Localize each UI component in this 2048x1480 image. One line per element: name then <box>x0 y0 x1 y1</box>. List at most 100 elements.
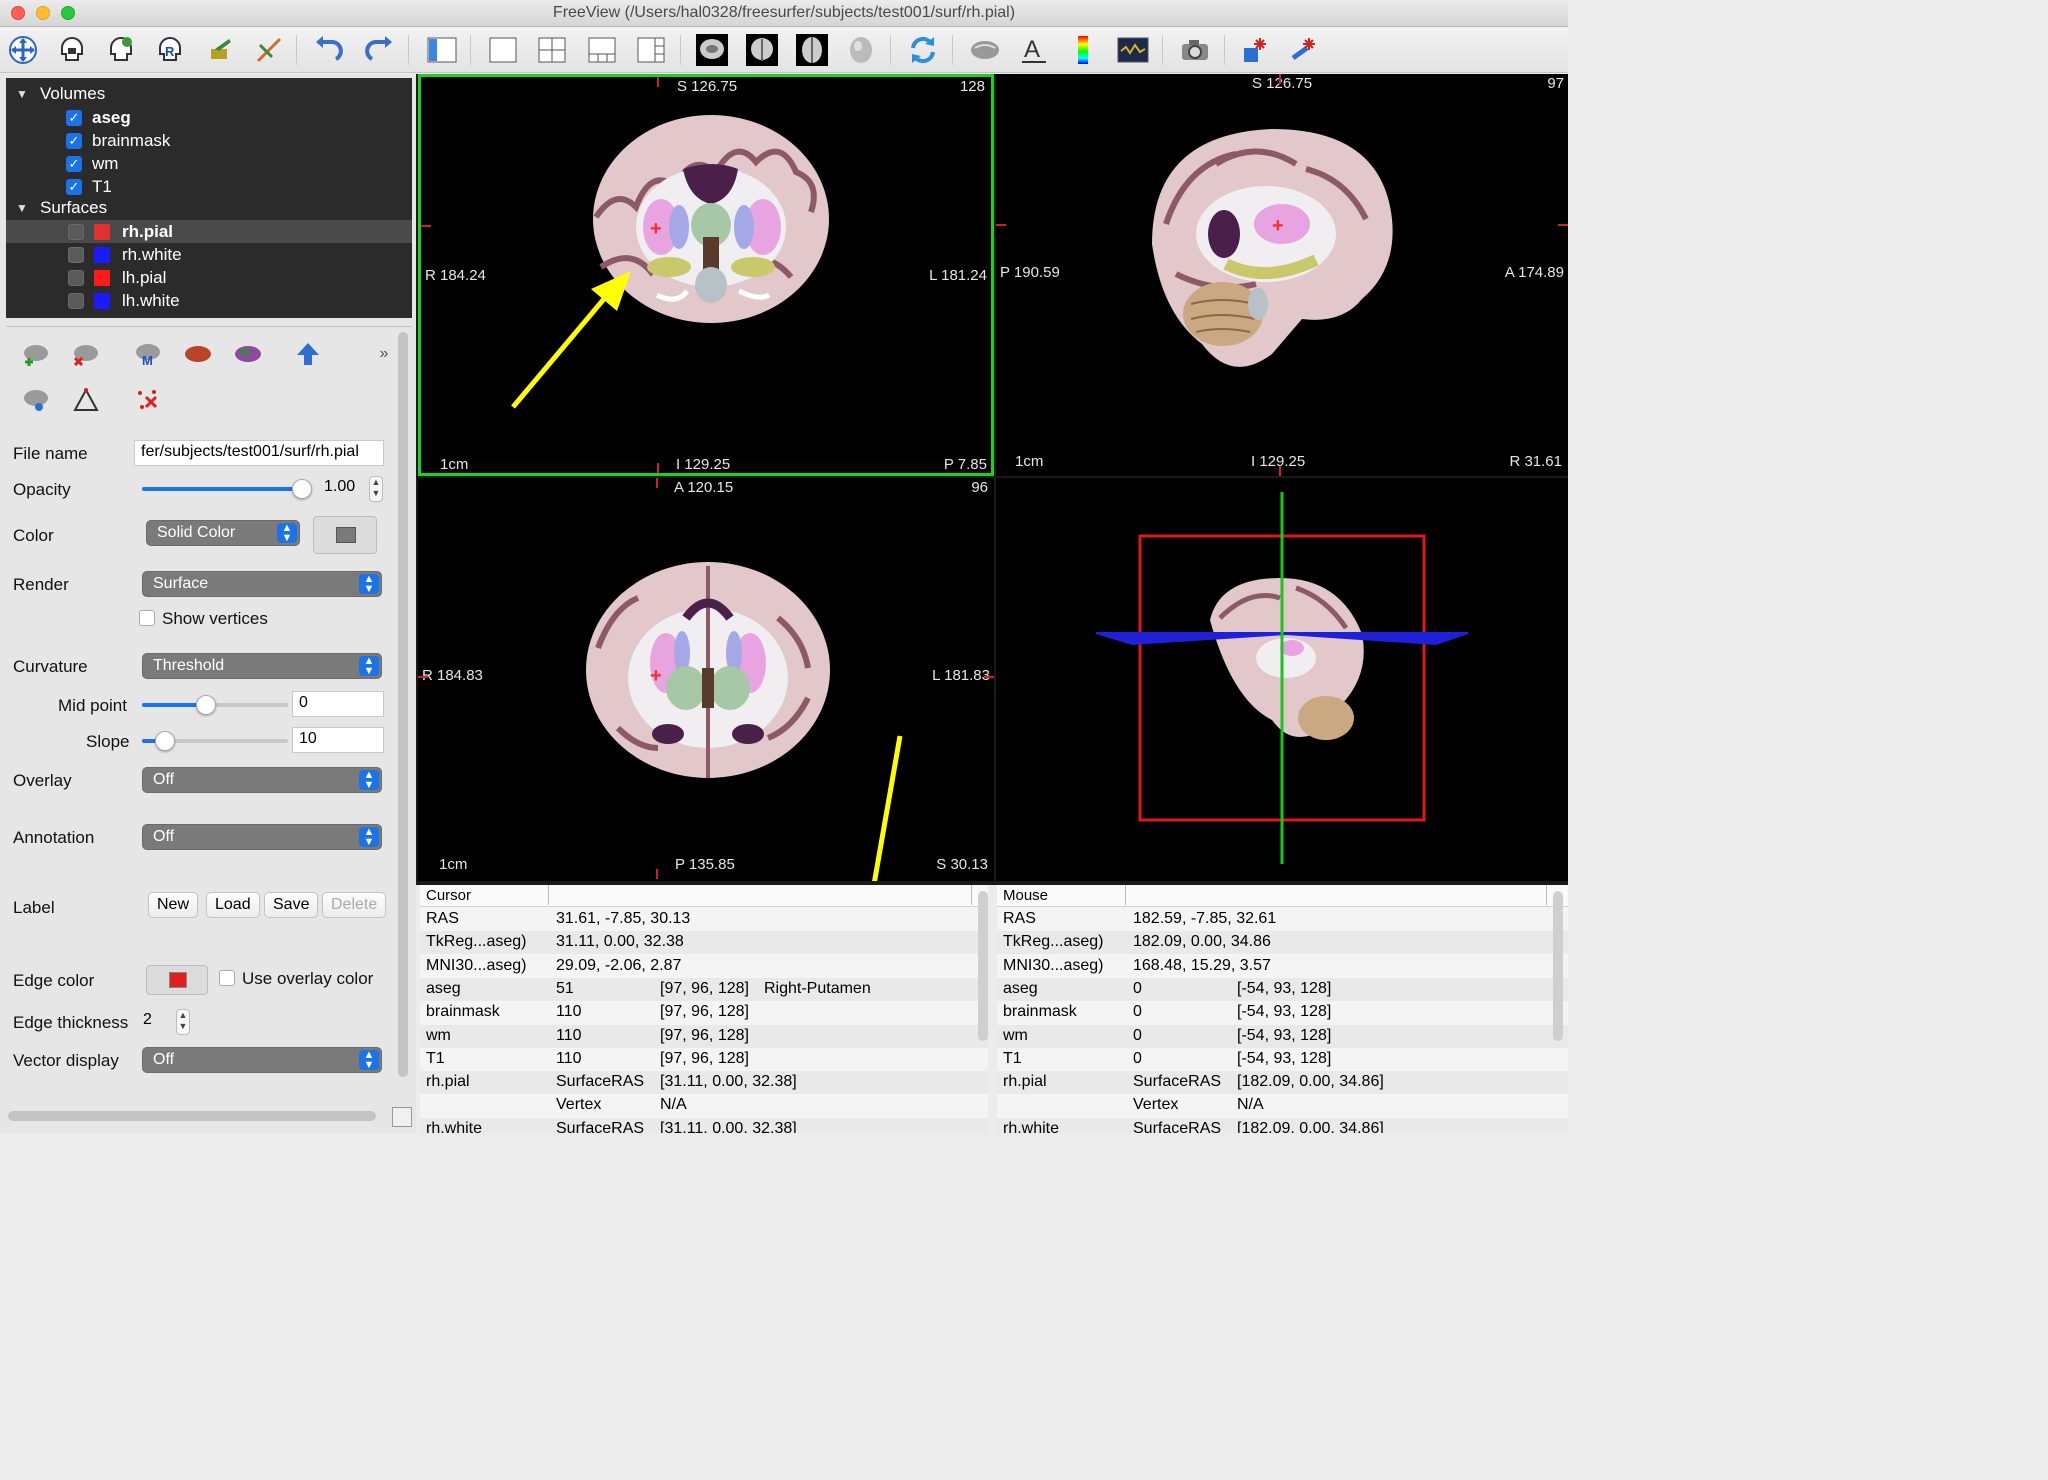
layer-item-wm[interactable]: ✓ wm <box>6 152 412 175</box>
properties-horizontal-scrollbar[interactable] <box>8 1111 376 1121</box>
layer-item-t1[interactable]: ✓ T1 <box>6 175 412 198</box>
use-overlay-color-checkbox[interactable] <box>219 970 235 986</box>
sagittal-view[interactable]: + S 126.75 97 P 190.59 A 174.89 I 129.25… <box>996 74 1568 476</box>
group-surfaces[interactable]: ▼ Surfaces <box>6 197 107 219</box>
voxel-edit-icon[interactable] <box>54 32 90 68</box>
mouse-info-scrollbar[interactable] <box>1553 891 1563 1041</box>
cursor-info-scrollbar[interactable] <box>978 891 988 1041</box>
more-tools-icon[interactable]: » <box>366 336 402 372</box>
info-row[interactable]: MNI30...aseg) 168.48, 15.29, 3.57 <box>997 955 1568 978</box>
edge-thickness-stepper[interactable]: ▲ ▼ <box>176 1009 190 1035</box>
roi-edit-icon[interactable]: R <box>152 32 188 68</box>
surface-overlay-icon[interactable] <box>230 336 266 372</box>
vector-display-select[interactable]: Off ▲ ▼ <box>142 1047 382 1073</box>
info-row[interactable]: TkReg...aseg) 182.09, 0.00, 34.86 <box>997 931 1568 955</box>
transform-volume-icon[interactable] <box>1238 32 1274 68</box>
recon-edit-icon[interactable] <box>103 32 139 68</box>
layer-item-lh-pial[interactable]: lh.pial <box>6 266 412 289</box>
layer-item-rh-white[interactable]: rh.white <box>6 243 412 266</box>
reposition-surface-icon[interactable] <box>1287 32 1323 68</box>
view-coronal-icon[interactable] <box>744 32 780 68</box>
view-axial-icon[interactable] <box>794 32 830 68</box>
layout-1and3-icon[interactable] <box>584 32 620 68</box>
info-row[interactable]: rh.white SurfaceRAS [182.09, 0.00, 34.86] <box>997 1117 1568 1133</box>
opacity-slider-handle[interactable] <box>292 479 312 499</box>
file-name-field[interactable]: fer/subjects/test001/surf/rh.pial <box>134 440 384 466</box>
checkbox-icon[interactable] <box>68 246 84 263</box>
color-mode-select[interactable]: Solid Color ▲ ▼ <box>146 520 300 546</box>
contour-icon[interactable] <box>251 32 287 68</box>
show-text-icon[interactable]: A <box>1016 32 1052 68</box>
info-row[interactable]: RAS 31.61, -7.85, 30.13 <box>420 908 988 931</box>
info-row[interactable]: Vertex N/A <box>997 1094 1568 1117</box>
info-row[interactable]: T1 0 [-54, 93, 128] <box>997 1048 1568 1071</box>
undo-icon[interactable] <box>311 32 347 68</box>
3d-view[interactable] <box>996 478 1568 881</box>
navigate-icon[interactable] <box>5 32 41 68</box>
layout-1x1-icon[interactable] <box>485 32 521 68</box>
checkbox-icon[interactable] <box>68 269 84 286</box>
arrow-up-icon[interactable] <box>290 336 326 372</box>
redo-icon[interactable] <box>361 32 397 68</box>
label-save-button[interactable]: Save <box>264 892 319 918</box>
close-surface-icon[interactable] <box>68 336 104 372</box>
opacity-stepper[interactable]: ▲ ▼ <box>369 476 383 502</box>
surface-color-button[interactable] <box>313 516 377 554</box>
screenshot-icon[interactable] <box>1177 32 1213 68</box>
view-3d-icon[interactable] <box>843 32 879 68</box>
info-row[interactable]: rh.white SurfaceRAS [31.11, 0.00, 32.38] <box>420 1117 988 1133</box>
reset-view-icon[interactable] <box>905 32 941 68</box>
info-row[interactable]: TkReg...aseg) 31.11, 0.00, 32.38 <box>420 931 988 955</box>
colorbar-icon[interactable] <box>1065 32 1101 68</box>
checkbox-icon[interactable]: ✓ <box>66 178 82 195</box>
coronal-view[interactable]: + S 126.75 128 R 184.24 L 181.24 I 129.2… <box>418 74 994 476</box>
info-row[interactable]: Vertex N/A <box>420 1094 988 1117</box>
info-row[interactable]: rh.pial SurfaceRAS [31.11, 0.00, 32.38] <box>420 1071 988 1095</box>
show-vertices-checkbox[interactable] <box>139 610 155 626</box>
layout-1and3-horizontal-icon[interactable] <box>633 32 669 68</box>
mid-point-field[interactable]: 0 <box>292 691 384 717</box>
label-load-button[interactable]: Load <box>206 892 260 918</box>
checkbox-icon[interactable]: ✓ <box>66 109 82 126</box>
info-row[interactable]: aseg 0 [-54, 93, 128] <box>997 977 1568 1001</box>
layer-item-aseg[interactable]: ✓ aseg <box>6 106 412 129</box>
info-row[interactable]: RAS 182.59, -7.85, 32.61 <box>997 908 1568 931</box>
annotation-select[interactable]: Off ▲ ▼ <box>142 824 382 850</box>
layer-item-brainmask[interactable]: ✓ brainmask <box>6 129 412 152</box>
info-row[interactable]: brainmask 0 [-54, 93, 128] <box>997 1001 1568 1024</box>
layer-item-lh-white[interactable]: lh.white <box>6 289 412 312</box>
info-row[interactable]: aseg 51 [97, 96, 128] Right-Putamen <box>420 977 988 1001</box>
overlay-select[interactable]: Off ▲ ▼ <box>142 767 382 793</box>
triangle-mesh-icon[interactable] <box>68 382 104 418</box>
surface-path-icon[interactable] <box>18 382 54 418</box>
info-row[interactable]: T1 110 [97, 96, 128] <box>420 1048 988 1071</box>
collapse-triangle-icon[interactable]: ▼ <box>16 201 30 215</box>
checkbox-icon[interactable]: ✓ <box>66 132 82 149</box>
label-delete-button[interactable]: Delete <box>322 892 387 918</box>
checkbox-icon[interactable] <box>68 223 84 240</box>
surface-inflated-icon[interactable] <box>180 336 216 372</box>
info-row[interactable]: wm 110 [97, 96, 128] <box>420 1024 988 1048</box>
checkbox-icon[interactable] <box>68 292 84 309</box>
clear-marks-icon[interactable] <box>130 382 166 418</box>
surface-main-icon[interactable]: M <box>130 336 166 372</box>
mid-point-slider-handle[interactable] <box>196 695 216 715</box>
opacity-slider[interactable] <box>142 487 302 491</box>
collapse-triangle-icon[interactable]: ▼ <box>16 87 30 101</box>
show-slices-icon[interactable] <box>967 32 1003 68</box>
opacity-value[interactable]: 1.00 <box>318 476 370 502</box>
checkbox-icon[interactable]: ✓ <box>66 155 82 172</box>
axial-view[interactable]: + A 120.15 96 R 184.83 L 181.83 P 135.85… <box>418 478 994 881</box>
edge-color-button[interactable] <box>146 965 208 995</box>
resize-corner[interactable] <box>392 1107 412 1127</box>
group-volumes[interactable]: ▼ Volumes <box>6 83 105 105</box>
layer-item-rh-pial[interactable]: rh.pial <box>6 220 412 243</box>
info-row[interactable]: wm 0 [-54, 93, 128] <box>997 1024 1568 1048</box>
load-surface-icon[interactable] <box>18 336 54 372</box>
edge-thickness-field[interactable]: 2 <box>137 1009 173 1035</box>
curvature-select[interactable]: Threshold ▲ ▼ <box>142 653 382 679</box>
info-row[interactable]: brainmask 110 [97, 96, 128] <box>420 1001 988 1024</box>
render-select[interactable]: Surface ▲ ▼ <box>142 571 382 597</box>
slope-field[interactable]: 10 <box>292 727 384 753</box>
toggle-panel-icon[interactable] <box>424 32 460 68</box>
